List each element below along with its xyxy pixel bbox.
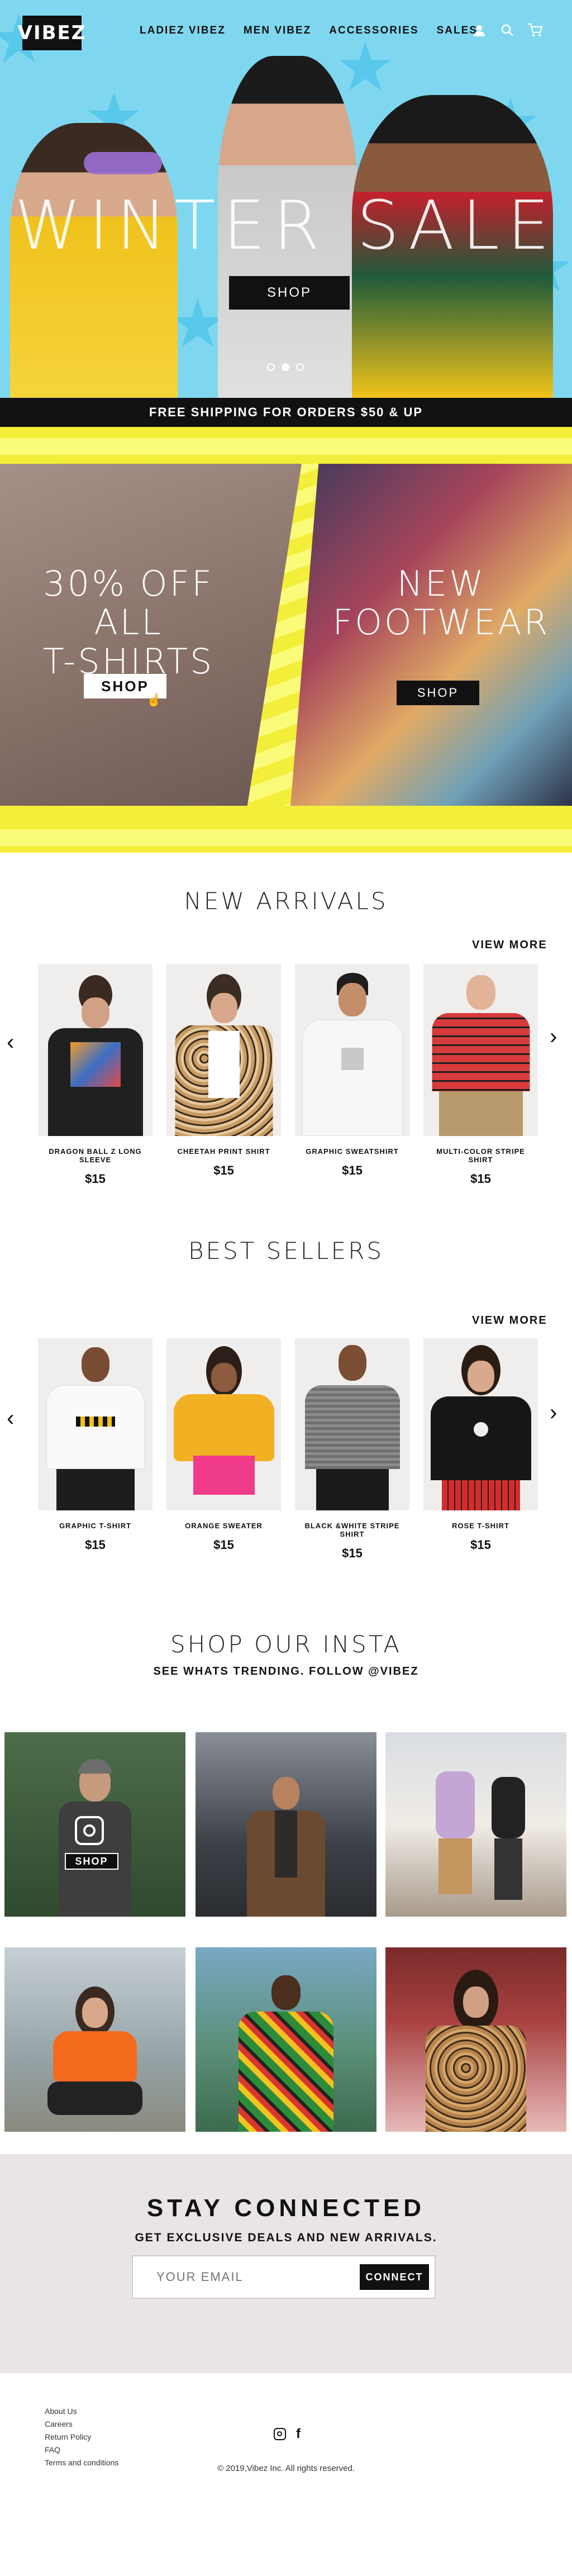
product-price: $15 (85, 1538, 106, 1552)
sunglasses-shape (84, 152, 162, 174)
product-price: $15 (342, 1546, 363, 1560)
hero-banner: ★ ★ ★ ★ ★ ★ ★ VIBEZ LADIEZ VIBEZ MEN VIB… (0, 0, 572, 398)
product-image[interactable] (423, 964, 538, 1136)
product-price: $15 (213, 1538, 234, 1552)
footer-link-careers[interactable]: Careers (45, 2420, 118, 2428)
star-decoration: ★ (335, 30, 395, 104)
product-name: ROSE T-SHIRT (451, 1522, 509, 1530)
product-image[interactable] (295, 1338, 409, 1510)
product-name: DRAGON BALL Z LONG SLEEVE (49, 1147, 142, 1164)
hero-headline: WINTER SALE (15, 187, 557, 265)
carousel-dot-1[interactable] (267, 363, 275, 371)
product-card[interactable]: GRAPHIC T-SHIRT $15 (38, 1338, 152, 1552)
product-name: ORANGE SWEATER (185, 1522, 263, 1530)
chevron-right-icon[interactable]: › (550, 1401, 557, 1424)
nav-accessories[interactable]: ACCESSORIES (329, 25, 418, 37)
insta-post[interactable] (4, 1947, 185, 2132)
cart-icon[interactable] (527, 22, 543, 38)
product-name: CHEETAH PRINT SHIRT (177, 1147, 270, 1156)
hero-shop-button[interactable]: SHOP (229, 276, 350, 310)
product-card[interactable]: ORANGE SWEATER $15 (166, 1338, 281, 1552)
product-price: $15 (470, 1172, 491, 1186)
chevron-left-icon[interactable]: ‹ (7, 1031, 14, 1053)
product-image[interactable] (166, 964, 281, 1136)
chevron-left-icon[interactable]: ‹ (7, 1407, 14, 1429)
newsletter-form: CONNECT (132, 2255, 436, 2299)
newsletter-subtitle: GET EXCLUSIVE DEALS AND NEW ARRIVALS. (135, 2231, 437, 2244)
carousel-dot-2[interactable] (282, 363, 289, 371)
header-icons (471, 22, 543, 38)
product-card[interactable]: ROSE T-SHIRT $15 (423, 1338, 538, 1552)
best-sellers-title: BEST SELLERS (188, 1237, 384, 1265)
best-sellers-view-more[interactable]: VIEW MORE (472, 1314, 547, 1327)
nav-men-vibez[interactable]: MEN VIBEZ (244, 25, 311, 37)
insta-post[interactable] (196, 1947, 376, 2132)
vibez-logo[interactable]: VIBEZ (18, 16, 85, 50)
search-icon[interactable] (499, 22, 515, 38)
stripe-decoration (0, 438, 572, 455)
nav-ladiez-vibez[interactable]: LADIEZ VIBEZ (140, 25, 226, 37)
connect-button[interactable]: CONNECT (360, 2264, 429, 2290)
product-card[interactable]: GRAPHIC SWEATSHIRT $15 (295, 964, 409, 1178)
social-icons: f (274, 2427, 301, 2441)
email-input[interactable] (133, 2256, 360, 2298)
product-price: $15 (213, 1163, 234, 1177)
insta-title: SHOP OUR INSTA (170, 1631, 402, 1658)
product-image[interactable] (423, 1338, 538, 1510)
facebook-icon[interactable]: f (296, 2427, 301, 2441)
product-price: $15 (342, 1163, 363, 1177)
footer-link-return-policy[interactable]: Return Policy (45, 2432, 118, 2441)
footer: About Us Careers Return Policy FAQ Terms… (0, 2373, 572, 2576)
carousel-dot-3[interactable] (296, 363, 304, 371)
user-icon[interactable] (471, 22, 487, 38)
product-name: BLACK &WHITE STRIPE SHIRT (304, 1522, 400, 1538)
product-image[interactable] (166, 1338, 281, 1510)
copyright-text: © 2019,Vibez Inc. All rights reserved. (217, 2464, 355, 2473)
cursor-hand-icon: ☝ (146, 693, 162, 707)
product-card[interactable]: DRAGON BALL Z LONG SLEEVE $15 (38, 964, 152, 1186)
new-arrivals-view-more[interactable]: VIEW MORE (472, 939, 547, 952)
promo-tshirts-title: 30% OFF ALL T-SHIRTS (11, 564, 246, 681)
product-image[interactable] (38, 964, 152, 1136)
shipping-bar: FREE SHIPPING FOR ORDERS $50 & UP (0, 398, 572, 427)
promo-footwear-shop-button[interactable]: SHOP (397, 681, 479, 705)
product-image[interactable] (38, 1338, 152, 1510)
product-name: GRAPHIC T-SHIRT (59, 1522, 132, 1530)
stripe-decoration (0, 829, 572, 846)
promo-footwear-line1: NEW (397, 563, 486, 604)
insta-post[interactable]: SHOP (4, 1732, 185, 1917)
footer-links: About Us Careers Return Policy FAQ Terms… (45, 2407, 118, 2471)
newsletter-title: STAY CONNECTED (146, 2194, 426, 2222)
chevron-right-icon[interactable]: › (550, 1025, 557, 1048)
product-card[interactable]: MULTI-COLOR STRIPE SHIRT $15 (423, 964, 538, 1186)
product-card[interactable]: BLACK &WHITE STRIPE SHIRT $15 (295, 1338, 409, 1561)
product-name: MULTI-COLOR STRIPE SHIRT (436, 1147, 525, 1164)
product-image[interactable] (295, 964, 409, 1136)
instagram-icon (75, 1816, 104, 1845)
product-price: $15 (85, 1172, 106, 1186)
insta-subtitle: SEE WHATS TRENDING. FOLLOW @VIBEZ (153, 1665, 419, 1677)
promo-footwear-title: NEW FOOTWEAR (330, 564, 553, 642)
logo-text: VIBEZ (17, 22, 87, 44)
instagram-icon[interactable] (274, 2428, 286, 2440)
product-name: GRAPHIC SWEATSHIRT (306, 1147, 399, 1156)
insta-post[interactable] (196, 1732, 376, 1917)
footer-link-faq[interactable]: FAQ (45, 2445, 118, 2454)
promo-footwear-line2: FOOTWEAR (332, 602, 550, 643)
insta-post[interactable] (385, 1947, 566, 2132)
promo-tshirts-line1: 30% OFF ALL (43, 563, 214, 643)
insta-shop-button[interactable]: SHOP (65, 1853, 118, 1870)
product-price: $15 (470, 1538, 491, 1552)
product-card[interactable]: CHEETAH PRINT SHIRT $15 (166, 964, 281, 1178)
footer-link-about[interactable]: About Us (45, 2407, 118, 2416)
main-nav: LADIEZ VIBEZ MEN VIBEZ ACCESSORIES SALES (140, 25, 478, 37)
insta-post[interactable] (385, 1732, 566, 1917)
new-arrivals-title: NEW ARRIVALS (184, 887, 388, 915)
